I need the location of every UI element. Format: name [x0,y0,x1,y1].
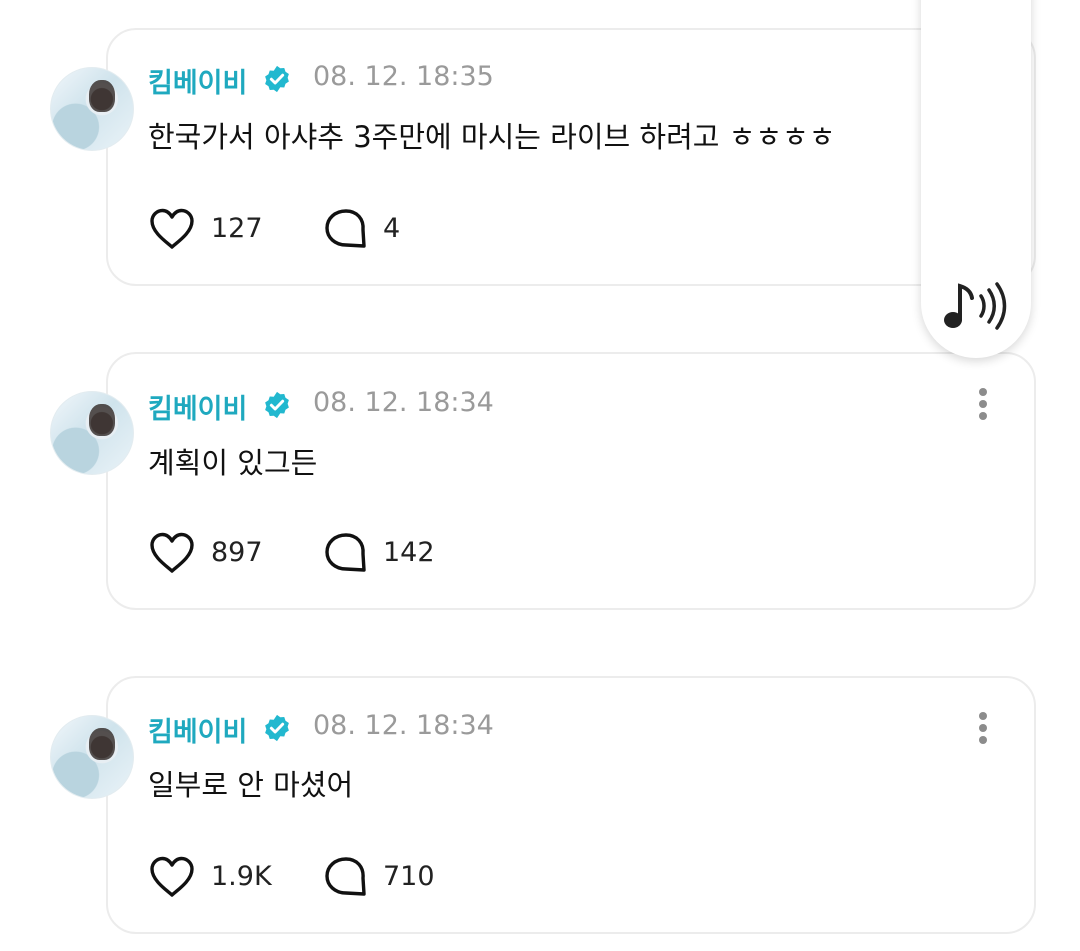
avatar[interactable] [50,67,134,151]
verified-badge-icon [265,391,289,419]
like-count: 127 [211,213,263,244]
heart-icon[interactable] [148,530,196,576]
like-count: 897 [211,537,263,568]
post-text: 계획이 있그든 [148,446,318,480]
heart-icon[interactable] [148,854,196,900]
comment-count: 142 [383,537,435,568]
avatar[interactable] [50,391,134,475]
comment-bubble-icon[interactable] [322,206,370,252]
post-timestamp: 08. 12. 18:34 [313,710,494,741]
audio-floating-button[interactable] [921,0,1031,358]
post-timestamp: 08. 12. 18:34 [313,387,494,418]
post-timestamp: 08. 12. 18:35 [313,61,494,92]
author-name[interactable]: 킴베이비 [148,710,247,749]
comment-bubble-icon[interactable] [322,530,370,576]
comment-count: 710 [383,861,435,892]
heart-icon[interactable] [148,206,196,252]
author-name[interactable]: 킴베이비 [148,387,247,426]
post-text: 일부로 안 마셨어 [148,768,354,802]
verified-badge-icon [265,714,289,742]
comment-bubble-icon[interactable] [322,854,370,900]
like-count: 1.9K [211,861,272,892]
avatar[interactable] [50,715,134,799]
more-vertical-icon[interactable] [972,708,996,748]
comment-count: 4 [383,213,401,244]
post-text: 한국가서 아샤추 3주만에 마시는 라이브 하려고 ㅎㅎㅎㅎ [148,120,836,154]
author-name[interactable]: 킴베이비 [148,61,247,100]
verified-badge-icon [265,65,289,93]
more-vertical-icon[interactable] [972,384,996,424]
music-sound-icon[interactable] [939,276,1011,336]
